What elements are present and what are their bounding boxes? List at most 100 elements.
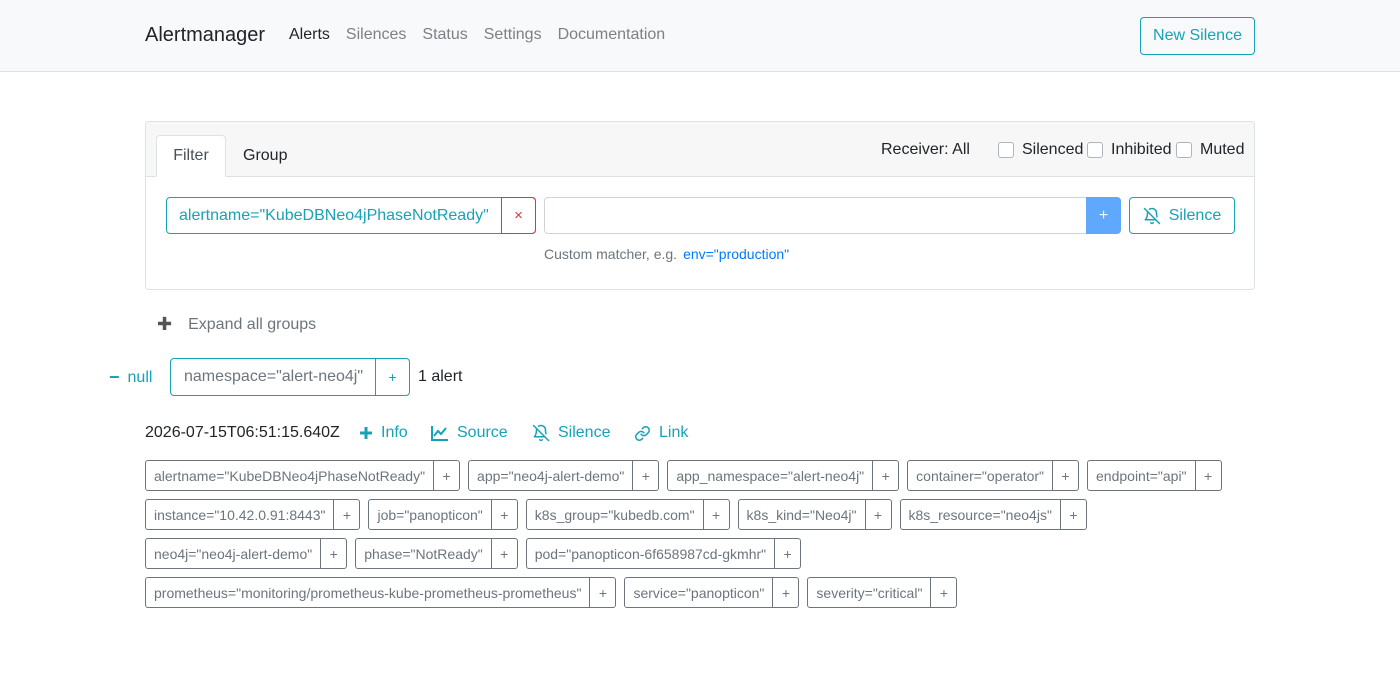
- alert-label-text[interactable]: k8s_kind="Neo4j": [739, 500, 866, 529]
- alert-label-add-button[interactable]: +: [590, 578, 615, 607]
- alert-label-text[interactable]: pod="panopticon-6f658987cd-gkmhr": [527, 539, 776, 568]
- alert-info-button[interactable]: Info: [359, 424, 408, 442]
- alert-label-text[interactable]: app="neo4j-alert-demo": [469, 461, 634, 490]
- label-row: prometheus="monitoring/prometheus-kube-p…: [145, 577, 1255, 608]
- alert-label-text[interactable]: instance="10.42.0.91:8443": [146, 500, 335, 529]
- alert-label-text[interactable]: prometheus="monitoring/prometheus-kube-p…: [146, 578, 591, 607]
- brand-title[interactable]: Alertmanager: [145, 24, 265, 47]
- nav-silences[interactable]: Silences: [346, 26, 406, 44]
- remove-matcher-button[interactable]: ×: [501, 197, 536, 234]
- label-row: neo4j="neo4j-alert-demo" + phase="NotReady…: [145, 538, 1255, 569]
- silence-filter-button[interactable]: Silence: [1129, 197, 1235, 234]
- matcher-text[interactable]: alertname="KubeDBNeo4jPhaseNotReady": [167, 198, 501, 233]
- alert-label: prometheus="monitoring/prometheus-kube-p…: [145, 577, 617, 608]
- alert-label-add-button[interactable]: +: [492, 539, 517, 568]
- group-matcher-add-button[interactable]: +: [375, 359, 409, 395]
- alert-label-text[interactable]: endpoint="api": [1088, 461, 1196, 490]
- alert-label: instance="10.42.0.91:8443" +: [145, 499, 361, 530]
- nav-documentation[interactable]: Documentation: [558, 26, 666, 44]
- nav-alerts[interactable]: Alerts: [289, 26, 330, 44]
- inhibited-label: Inhibited: [1111, 141, 1172, 158]
- alert-label: neo4j="neo4j-alert-demo" +: [145, 538, 348, 569]
- muted-checkbox[interactable]: Muted: [1176, 141, 1244, 159]
- alert-label-add-button[interactable]: +: [873, 461, 898, 490]
- alert-label: phase="NotReady" +: [355, 538, 518, 569]
- new-silence-button[interactable]: New Silence: [1140, 17, 1255, 55]
- alert-label-text[interactable]: service="panopticon": [625, 578, 774, 607]
- alert-label-text[interactable]: severity="critical": [808, 578, 932, 607]
- alert-label: container="operator" +: [907, 460, 1080, 491]
- alert-label-add-button[interactable]: +: [1053, 461, 1078, 490]
- alert-label: pod="panopticon-6f658987cd-gkmhr" +: [525, 538, 802, 569]
- link-icon: [635, 425, 650, 441]
- alert-label-text[interactable]: phase="NotReady": [356, 539, 492, 568]
- group-matcher-pill: namespace="alert-neo4j" +: [170, 358, 410, 396]
- muted-checkbox-box[interactable]: [1176, 142, 1192, 158]
- alert-label-add-button[interactable]: +: [321, 539, 346, 568]
- alert-info-label: Info: [381, 424, 408, 441]
- alert-label: severity="critical" +: [807, 577, 958, 608]
- alert-label-text[interactable]: k8s_group="kubedb.com": [527, 500, 704, 529]
- bell-slash-icon: [532, 424, 550, 442]
- alert-label-add-button[interactable]: +: [1196, 461, 1221, 490]
- alert-label-text[interactable]: alertname="KubeDBNeo4jPhaseNotReady": [146, 461, 435, 490]
- alert-label-add-button[interactable]: +: [931, 578, 956, 607]
- alert-label: k8s_kind="Neo4j" +: [737, 499, 892, 530]
- inhibited-checkbox[interactable]: Inhibited: [1087, 141, 1172, 159]
- receiver-selector[interactable]: Receiver: All: [881, 141, 970, 159]
- active-matcher-pill[interactable]: alertname="KubeDBNeo4jPhaseNotReady" ×: [166, 197, 536, 234]
- minus-icon: −: [109, 367, 120, 387]
- alert-label-text[interactable]: neo4j="neo4j-alert-demo": [146, 539, 322, 568]
- alert-label-add-button[interactable]: +: [492, 500, 517, 529]
- label-row: alertname="KubeDBNeo4jPhaseNotReady" + app…: [145, 460, 1255, 491]
- alert-label-add-button[interactable]: +: [1061, 500, 1086, 529]
- alert-source-label: Source: [457, 424, 508, 441]
- group-receiver-label: null: [127, 368, 153, 386]
- add-matcher-button[interactable]: +: [1086, 197, 1121, 234]
- alert-label-add-button[interactable]: +: [334, 500, 359, 529]
- plus-icon: ✚: [157, 314, 173, 334]
- custom-matcher-input[interactable]: [544, 197, 1087, 234]
- tab-group[interactable]: Group: [227, 135, 303, 177]
- alert-silence-button[interactable]: Silence: [532, 424, 610, 442]
- silenced-checkbox-box[interactable]: [998, 142, 1014, 158]
- alert-label-text[interactable]: app_namespace="alert-neo4j": [668, 461, 874, 490]
- silenced-label: Silenced: [1022, 141, 1084, 158]
- alert-label: k8s_group="kubedb.com" +: [525, 499, 730, 530]
- alert-label: app="neo4j-alert-demo" +: [468, 460, 660, 491]
- alert-timestamp: 2026-07-15T06:51:15.640Z: [145, 424, 340, 441]
- nav-links: Alerts Silences Status Settings Document…: [289, 26, 681, 44]
- group-collapse-toggle[interactable]: − null: [109, 367, 152, 388]
- muted-label: Muted: [1200, 141, 1245, 158]
- alert-label-add-button[interactable]: +: [866, 500, 891, 529]
- alert-label: service="panopticon" +: [624, 577, 800, 608]
- expand-all-label: Expand all groups: [188, 315, 317, 333]
- top-navbar: Alertmanager Alerts Silences Status Sett…: [0, 0, 1400, 72]
- expand-all-groups-button[interactable]: ✚ Expand all groups: [157, 314, 316, 335]
- alert-source-link[interactable]: Source: [431, 424, 508, 442]
- alert-silence-label: Silence: [558, 424, 611, 441]
- silence-filter-label: Silence: [1168, 206, 1222, 224]
- silenced-checkbox[interactable]: Silenced: [998, 141, 1083, 159]
- nav-settings[interactable]: Settings: [484, 26, 542, 44]
- group-matcher-text[interactable]: namespace="alert-neo4j": [171, 359, 375, 395]
- alert-label-text[interactable]: job="panopticon": [369, 500, 492, 529]
- alert-label: app_namespace="alert-neo4j" +: [667, 460, 900, 491]
- group-alert-count: 1 alert: [418, 368, 463, 385]
- label-row: instance="10.42.0.91:8443" + job="panoptic…: [145, 499, 1255, 530]
- matcher-hint: Custom matcher, e.g. env="production": [544, 246, 789, 262]
- alert-label-add-button[interactable]: +: [704, 500, 729, 529]
- plus-icon: [360, 427, 372, 439]
- tab-filter[interactable]: Filter: [156, 135, 226, 177]
- alert-link-button[interactable]: Link: [634, 424, 688, 442]
- nav-status[interactable]: Status: [422, 26, 467, 44]
- alert-label-add-button[interactable]: +: [773, 578, 798, 607]
- alert-label-add-button[interactable]: +: [633, 461, 658, 490]
- alert-label-text[interactable]: k8s_resource="neo4js": [901, 500, 1061, 529]
- alert-label-add-button[interactable]: +: [775, 539, 800, 568]
- alert-label-text[interactable]: container="operator": [908, 461, 1054, 490]
- alert-label: alertname="KubeDBNeo4jPhaseNotReady" +: [145, 460, 461, 491]
- inhibited-checkbox-box[interactable]: [1087, 142, 1103, 158]
- filter-card-header: Filter Group Receiver: All Silenced Inhi…: [146, 122, 1254, 177]
- alert-label-add-button[interactable]: +: [434, 461, 459, 490]
